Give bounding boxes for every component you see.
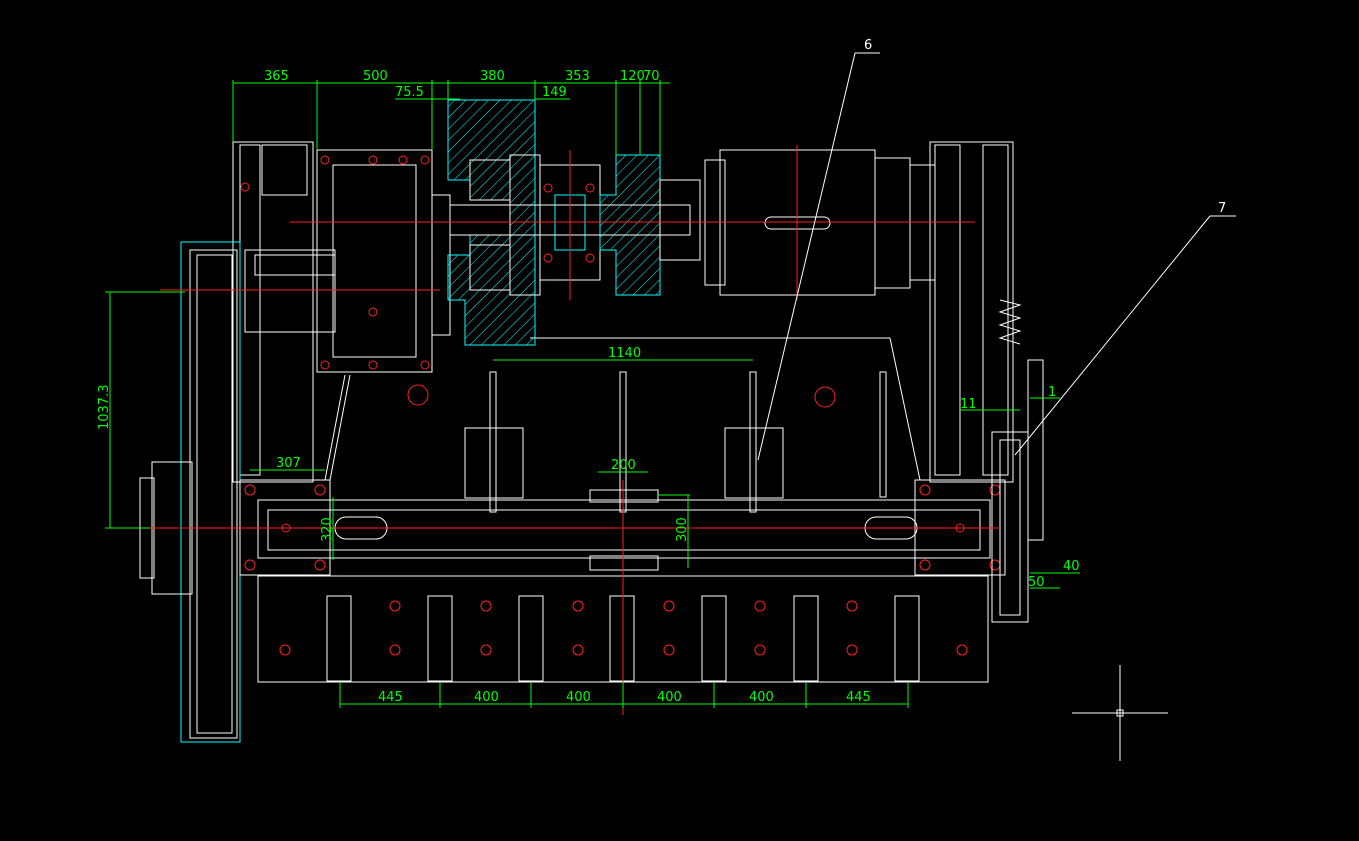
dim-left-bracket-height: 320 <box>320 517 335 542</box>
dim-bottom-3: 400 <box>566 690 591 705</box>
dimension-labels: 365 500 380 353 120 70 75.5 149 1140 103… <box>97 69 1080 705</box>
callout-6: 6 <box>864 38 872 53</box>
flywheel <box>139 241 241 743</box>
cad-drawing-canvas[interactable]: 365 500 380 353 120 70 75.5 149 1140 103… <box>0 0 1359 841</box>
dim-top-sub-2: 149 <box>542 85 567 100</box>
vertical-rods <box>464 371 887 513</box>
dim-top-4: 353 <box>565 69 590 84</box>
dim-right-bottom-2: 50 <box>1028 575 1045 590</box>
dim-left-bracket: 307 <box>276 456 301 471</box>
dim-bottom-1: 445 <box>378 690 403 705</box>
dim-right-bottom-1: 40 <box>1063 559 1080 574</box>
crosshair-cursor-icon <box>1072 665 1168 761</box>
dim-bottom-2: 400 <box>474 690 499 705</box>
dimension-lines <box>105 80 1080 708</box>
dim-bottom-5: 400 <box>749 690 774 705</box>
dim-top-sub-1: 75.5 <box>395 85 424 100</box>
dim-right-small-2: 1 <box>1048 385 1056 400</box>
dim-top-3: 380 <box>480 69 505 84</box>
callout-7: 7 <box>1218 201 1226 216</box>
callouts: 6 7 <box>757 38 1236 461</box>
gearbox <box>240 149 451 406</box>
dim-top-2: 500 <box>363 69 388 84</box>
dim-bottom-6: 445 <box>846 690 871 705</box>
dim-bottom-4: 400 <box>657 690 682 705</box>
dim-right-small-1: 11 <box>960 397 977 412</box>
spring-assembly <box>991 299 1044 623</box>
dim-center-span: 1140 <box>608 346 641 361</box>
dim-top-6: 70 <box>643 69 660 84</box>
dim-mid-height: 300 <box>675 517 690 542</box>
dim-top-5: 120 <box>620 69 645 84</box>
dim-top-1: 365 <box>264 69 289 84</box>
dim-left-height: 1037.3 <box>97 385 112 431</box>
dim-mid-width: 200 <box>611 458 636 473</box>
